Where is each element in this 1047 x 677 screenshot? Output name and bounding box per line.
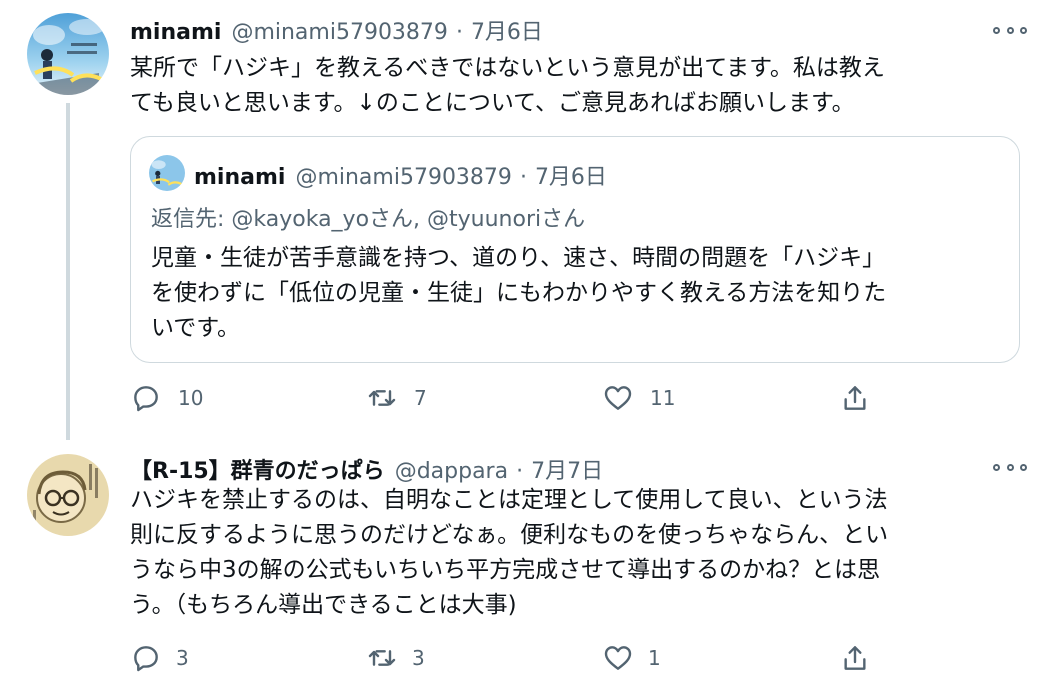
quoted-tweet[interactable]: minami @minami57903879 · 7月6日 返信先: @kayo…	[130, 136, 1020, 363]
quote-text-line: 児童・生徒が苦手意識を持つ、道のり、速さ、時間の問題を「ハジキ」	[151, 245, 886, 271]
quote-text-line: いです。	[151, 315, 241, 341]
tweet-text: 某所で「ハジキ」を教えるべきではないという意見が出てます。私は教え ても良いと思…	[130, 51, 1020, 121]
retweet-icon	[368, 650, 396, 666]
quote-display-name: minami	[194, 165, 286, 190]
tweet-header: 【R-15】群青のだっぱら @dappara · 7月7日	[130, 453, 603, 485]
tweet-text: ハジキを禁止するのは、自明なことは定理として使用して良い、という法 則に反するよ…	[130, 483, 1030, 623]
avatar[interactable]	[27, 454, 109, 536]
tweet-text-line: 則に反するように思うのだけどなぁ。便利なものを使っちゃならん、とい	[130, 522, 889, 548]
reply-button[interactable]: 3	[130, 638, 189, 677]
tweet[interactable]: minami @minami57903879 · 7月6日 某所で「ハジキ」を教…	[0, 0, 1047, 440]
heart-icon	[604, 646, 632, 670]
display-name[interactable]: 【R-15】群青のだっぱら	[130, 453, 385, 485]
tweet[interactable]: 【R-15】群青のだっぱら @dappara · 7月7日 ハジキを禁止するのは…	[0, 440, 1047, 677]
like-button[interactable]: 1	[602, 638, 661, 677]
tweet-actions: 3 3 1	[130, 638, 890, 677]
separator: ·	[455, 20, 463, 45]
like-count: 1	[648, 646, 661, 670]
like-button[interactable]: 11	[602, 378, 675, 418]
tweet-date[interactable]: 7月6日	[471, 14, 543, 46]
retweet-count: 7	[414, 386, 427, 410]
reply-icon	[134, 386, 158, 412]
quote-date: 7月6日	[534, 165, 607, 190]
tweet-date[interactable]: 7月7日	[531, 453, 603, 485]
display-name[interactable]: minami	[130, 20, 221, 45]
tweet-actions: 10 7 11	[130, 378, 890, 418]
share-button[interactable]	[839, 638, 871, 677]
quote-user-handle: @minami57903879	[295, 165, 512, 190]
share-button[interactable]	[839, 378, 871, 418]
quote-text-line: を使わずに「低位の児童・生徒」にもわかりやすく教える方法を知りた	[151, 280, 887, 306]
more-icon[interactable]	[993, 20, 1027, 40]
user-handle[interactable]: @dappara	[395, 459, 508, 484]
retweet-button[interactable]: 7	[366, 378, 427, 418]
heart-icon	[604, 386, 632, 410]
separator: ·	[519, 165, 527, 190]
reply-button[interactable]: 10	[130, 378, 203, 418]
separator: ·	[516, 459, 524, 484]
tweet-text-line: ハジキを禁止するのは、自明なことは定理として使用して良い、という法	[130, 487, 888, 513]
reply-to-label: 返信先: @kayoka_yoさん, @tyuunoriさん	[151, 207, 586, 232]
thread-line	[66, 103, 70, 440]
quote-avatar	[149, 155, 185, 191]
tweet-header: minami @minami57903879 · 7月6日	[130, 14, 543, 46]
tweet-text-line: ても良いと思います。↓のことについて、ご意見あればお願いします。	[130, 90, 855, 116]
retweet-icon	[368, 390, 396, 406]
tweet-text-line: 某所で「ハジキ」を教えるべきではないという意見が出てます。私は教え	[130, 55, 885, 81]
retweet-count: 3	[412, 646, 425, 670]
share-icon	[844, 646, 866, 670]
retweet-button[interactable]: 3	[366, 638, 425, 677]
tweet-text-line: う。（もちろん導出できることは大事)	[130, 592, 517, 618]
quote-header: minami @minami57903879 · 7月6日	[194, 159, 607, 191]
like-count: 11	[650, 386, 676, 410]
more-icon[interactable]	[993, 457, 1027, 477]
tweet-text-line: うなら中3の解の公式もいちいち平方完成させて導出するのかね？とは思	[130, 557, 881, 583]
avatar[interactable]	[27, 13, 109, 95]
quote-text: 児童・生徒が苦手意識を持つ、道のり、速さ、時間の問題を「ハジキ」 を使わずに「低…	[151, 241, 1011, 346]
share-icon	[844, 386, 866, 410]
user-handle[interactable]: @minami57903879	[231, 20, 448, 45]
reply-icon	[134, 646, 158, 672]
reply-count: 3	[176, 646, 189, 670]
reply-count: 10	[178, 386, 204, 410]
